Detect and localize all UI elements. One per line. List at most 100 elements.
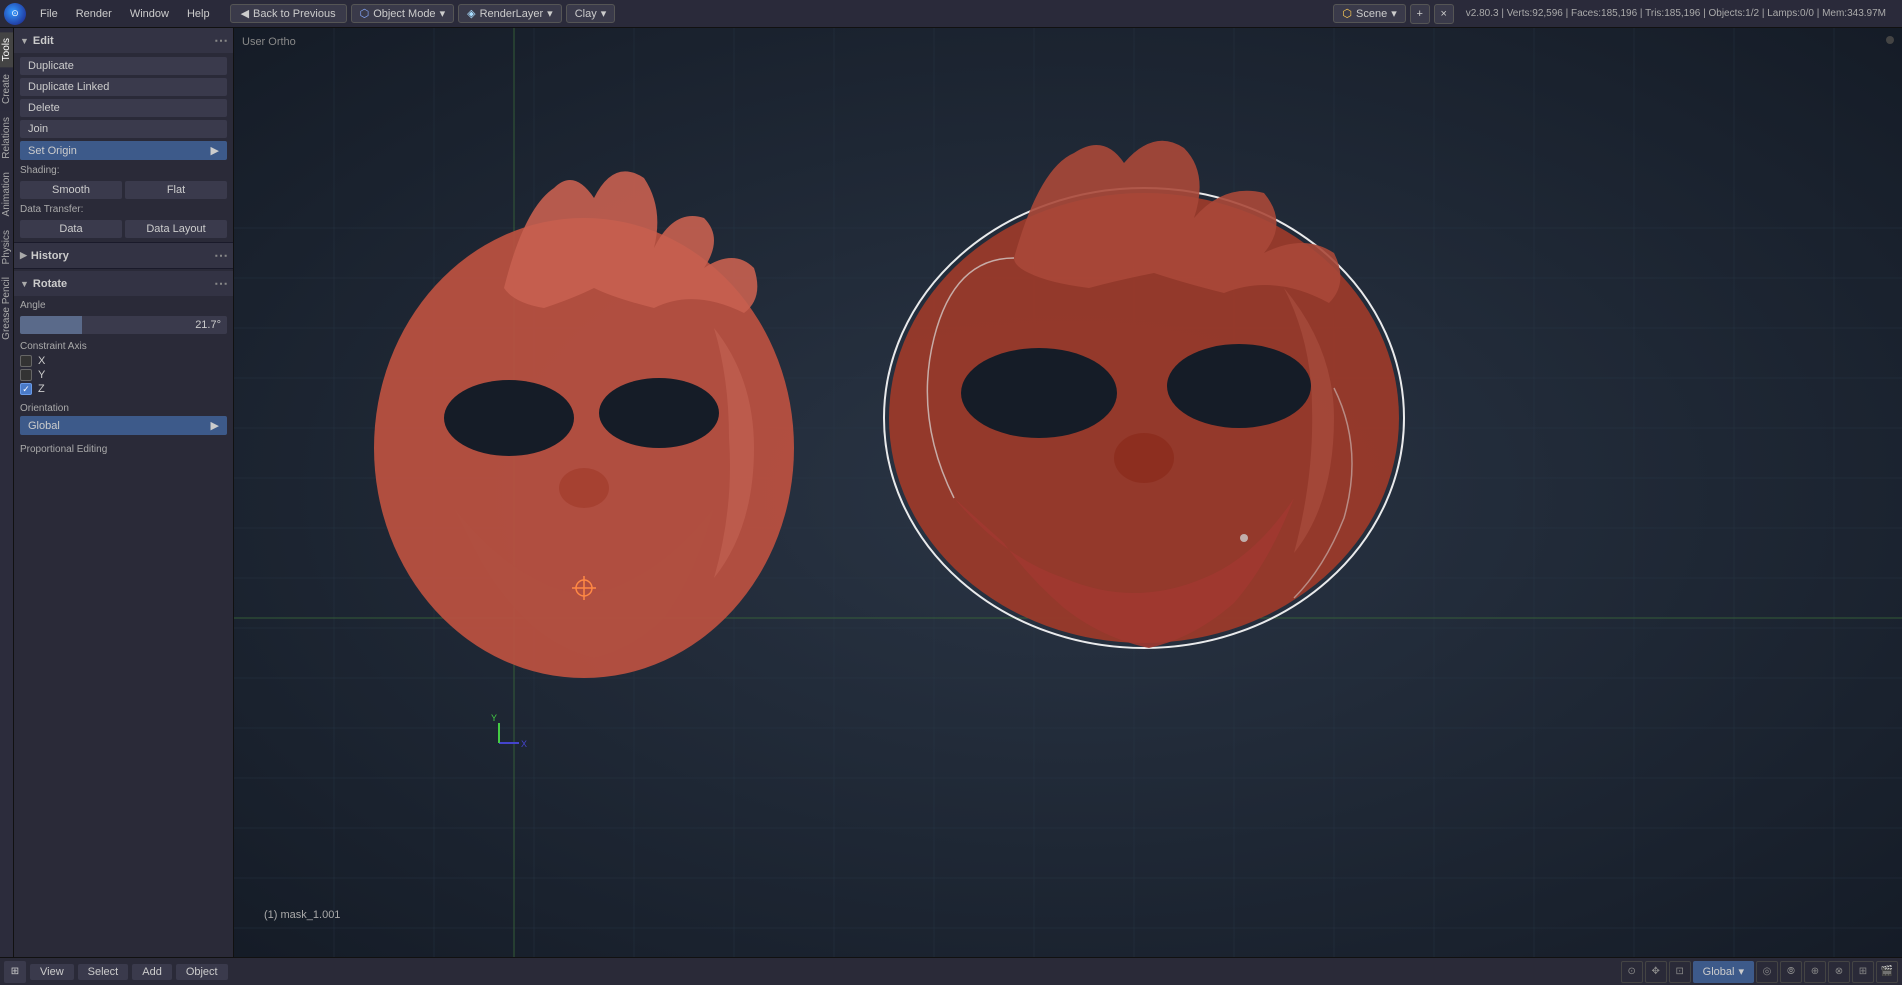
x-checkbox[interactable] bbox=[20, 355, 32, 367]
set-origin-button[interactable]: Set Origin ▶ bbox=[20, 141, 227, 160]
scene-dropdown[interactable]: ⬡ Scene ▾ bbox=[1333, 4, 1405, 23]
rotate-panel-content: Angle 21.7° Constraint Axis X Y bbox=[14, 296, 233, 461]
set-origin-arrow-icon: ▶ bbox=[211, 144, 219, 157]
flat-button[interactable]: Flat bbox=[125, 181, 227, 199]
menu-render[interactable]: Render bbox=[68, 6, 120, 22]
snap-button[interactable]: ⊡ bbox=[1669, 961, 1691, 983]
render-button[interactable]: 🎬 bbox=[1876, 961, 1898, 983]
angle-label: Angle bbox=[20, 300, 227, 311]
duplicate-button[interactable]: Duplicate bbox=[20, 57, 227, 75]
edit-options-icon[interactable]: ⋯ bbox=[214, 32, 227, 49]
main-area: Tools Create Relations Animation Physics… bbox=[0, 28, 1902, 957]
object-mode-label: Object Mode bbox=[373, 8, 435, 20]
blender-logo: ⊙ bbox=[4, 3, 26, 25]
transform2-button[interactable]: ⊗ bbox=[1828, 961, 1850, 983]
viewport-view-label: User Ortho bbox=[242, 36, 296, 48]
tab-relations[interactable]: Relations bbox=[0, 111, 13, 165]
global-label: Global bbox=[1703, 966, 1735, 978]
smooth-button[interactable]: Smooth bbox=[20, 181, 122, 199]
proportional-editing-label: Proportional Editing bbox=[20, 442, 227, 457]
svg-text:Y: Y bbox=[491, 713, 497, 723]
angle-value: 21.7° bbox=[195, 319, 221, 331]
render-layer-dropdown[interactable]: ◈ RenderLayer ▾ bbox=[458, 4, 562, 23]
join-button[interactable]: Join bbox=[20, 120, 227, 138]
orientation-dropdown[interactable]: Global ▶ bbox=[20, 416, 227, 435]
tab-tools[interactable]: Tools bbox=[0, 32, 13, 67]
data-layout-button[interactable]: Data Layout bbox=[125, 220, 227, 238]
bottom-bar: ⊞ View Select Add Object ⊙ ✥ ⊡ Global ▾ … bbox=[0, 957, 1902, 985]
back-label: Back to Previous bbox=[253, 8, 336, 20]
history-header-left: ▶ History bbox=[20, 250, 69, 262]
history-options-icon[interactable]: ⋯ bbox=[214, 247, 227, 264]
top-header: ⊙ File Render Window Help ◀ Back to Prev… bbox=[0, 0, 1902, 28]
history-panel-header[interactable]: ▶ History ⋯ bbox=[14, 243, 233, 268]
tab-physics[interactable]: Physics bbox=[0, 224, 13, 270]
rotate-header-left: ▼ Rotate bbox=[20, 278, 67, 290]
orientation-section: Orientation Global ▶ bbox=[20, 403, 227, 435]
menu-help[interactable]: Help bbox=[179, 6, 218, 22]
angle-slider[interactable]: 21.7° bbox=[20, 316, 227, 334]
chevron-scene-icon: ▾ bbox=[1391, 7, 1397, 20]
rotate-panel-header[interactable]: ▼ Rotate ⋯ bbox=[14, 271, 233, 296]
render-layer-label: RenderLayer bbox=[480, 8, 544, 20]
constraint-y-row: Y bbox=[20, 368, 227, 382]
scene-label: Scene bbox=[1356, 8, 1387, 20]
proportional-falloff-button[interactable]: ⦾ bbox=[1780, 961, 1802, 983]
add-tab-button[interactable]: Add bbox=[132, 964, 172, 980]
object-tab-button[interactable]: Object bbox=[176, 964, 228, 980]
menu-file[interactable]: File bbox=[32, 6, 66, 22]
render-layer-icon: ◈ bbox=[467, 7, 475, 20]
history-section: ▶ History ⋯ bbox=[14, 243, 233, 269]
chevron-clay-icon: ▾ bbox=[601, 7, 607, 20]
camera-view-button[interactable]: ⊞ bbox=[1852, 961, 1874, 983]
object-mode-icon: ⬡ bbox=[360, 7, 370, 20]
rotate-triangle-icon: ▼ bbox=[20, 279, 29, 289]
bottom-icons-right: ⊙ ✥ ⊡ Global ▾ ◎ ⦾ ⊕ ⊗ ⊞ 🎬 bbox=[1621, 961, 1898, 983]
rotate-wrapper: ▼ Rotate ⋯ Angle 21.7° Constraint Axis X bbox=[14, 269, 233, 957]
viewport-menu-button[interactable]: ⊞ bbox=[4, 961, 26, 983]
back-icon: ◀ bbox=[241, 7, 249, 20]
viewport-overlay-button[interactable]: ⊙ bbox=[1621, 961, 1643, 983]
orientation-label: Orientation bbox=[20, 403, 227, 414]
y-label: Y bbox=[38, 369, 45, 381]
history-triangle-icon: ▶ bbox=[20, 250, 27, 261]
tab-grease-pencil[interactable]: Grease Pencil bbox=[0, 271, 13, 346]
edit-header-left: ▼ Edit bbox=[20, 35, 54, 47]
back-to-previous-button[interactable]: ◀ Back to Previous bbox=[230, 4, 347, 23]
set-origin-label: Set Origin bbox=[28, 145, 77, 157]
viewport-grid: X Y bbox=[234, 28, 1902, 957]
remove-scene-button[interactable]: × bbox=[1434, 4, 1454, 24]
data-transfer-label: Data Transfer: bbox=[20, 202, 227, 217]
viewport[interactable]: X Y User Ortho (1) mask_1.001 bbox=[234, 28, 1902, 957]
data-button[interactable]: Data bbox=[20, 220, 122, 238]
tab-animation[interactable]: Animation bbox=[0, 166, 13, 222]
z-label: Z bbox=[38, 383, 45, 395]
header-left: ⊙ File Render Window Help bbox=[0, 3, 222, 25]
global-dropdown[interactable]: Global ▾ bbox=[1693, 961, 1754, 983]
rotate-options-icon[interactable]: ⋯ bbox=[214, 275, 227, 292]
constraint-axis-label: Constraint Axis bbox=[20, 341, 227, 352]
chevron-down-icon2: ▾ bbox=[547, 7, 553, 20]
mask-object-label: (1) mask_1.001 bbox=[264, 909, 340, 921]
gizmo-button[interactable]: ✥ bbox=[1645, 961, 1667, 983]
global-arrow-icon: ▾ bbox=[1738, 965, 1744, 978]
clay-dropdown[interactable]: Clay ▾ bbox=[566, 4, 616, 23]
constraint-x-row: X bbox=[20, 354, 227, 368]
menu-window[interactable]: Window bbox=[122, 6, 177, 22]
header-center: ◀ Back to Previous ⬡ Object Mode ▾ ◈ Ren… bbox=[222, 4, 1902, 24]
z-checkbox[interactable]: ✓ bbox=[20, 383, 32, 395]
add-scene-button[interactable]: + bbox=[1410, 4, 1430, 24]
scene-icon: ⬡ bbox=[1342, 7, 1352, 20]
delete-button[interactable]: Delete bbox=[20, 99, 227, 117]
transform-button[interactable]: ⊕ bbox=[1804, 961, 1826, 983]
duplicate-linked-button[interactable]: Duplicate Linked bbox=[20, 78, 227, 96]
x-label: X bbox=[38, 355, 45, 367]
y-checkbox[interactable] bbox=[20, 369, 32, 381]
tab-create[interactable]: Create bbox=[0, 68, 13, 110]
object-mode-dropdown[interactable]: ⬡ Object Mode ▾ bbox=[351, 4, 455, 23]
proportional-edit-button[interactable]: ◎ bbox=[1756, 961, 1778, 983]
shading-row: Smooth Flat bbox=[20, 181, 227, 199]
edit-panel-header[interactable]: ▼ Edit ⋯ bbox=[14, 28, 233, 53]
select-tab-button[interactable]: Select bbox=[78, 964, 129, 980]
view-tab-button[interactable]: View bbox=[30, 964, 74, 980]
